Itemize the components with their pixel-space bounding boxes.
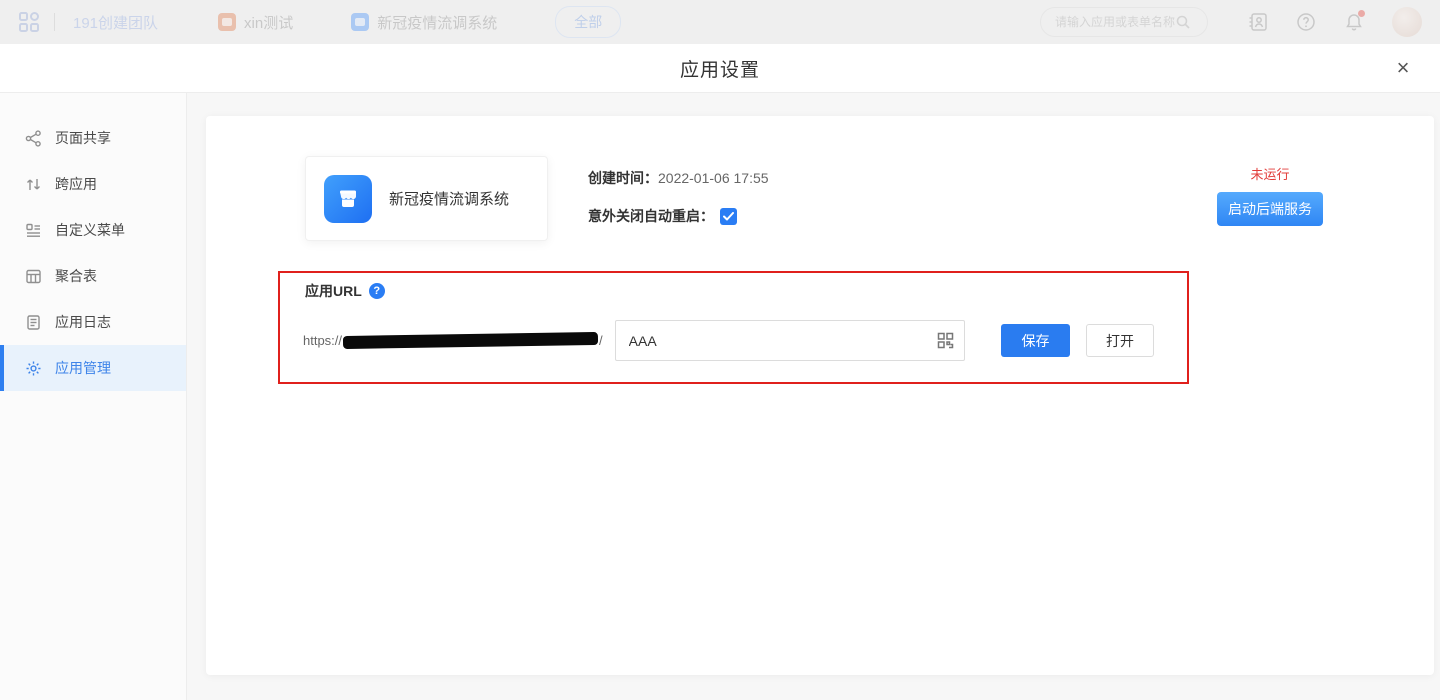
url-suffix-text: / <box>599 333 603 348</box>
settings-main-area: 新冠疫情流调系统 创建时间： 2022-01-06 17:55 意外关闭自动重启… <box>187 93 1440 700</box>
status-badge: 未运行 <box>1217 164 1323 183</box>
tab-covid-system[interactable]: 新冠疫情流调系统 <box>351 12 497 33</box>
app-url-row: https:// / <box>303 320 965 361</box>
url-redaction-bar <box>343 332 598 349</box>
sidebar-item-aggregate-table[interactable]: 聚合表 <box>0 253 186 299</box>
user-avatar[interactable] <box>1392 7 1422 37</box>
top-bar: 191创建团队 xin测试 新冠疫情流调系统 全部 <box>0 0 1440 44</box>
sidebar-item-custom-menu[interactable]: 自定义菜单 <box>0 207 186 253</box>
tab-label: 新冠疫情流调系统 <box>377 12 497 33</box>
search-icon <box>1175 14 1191 30</box>
notification-badge <box>1358 10 1365 17</box>
sidebar-item-page-share[interactable]: 页面共享 <box>0 115 186 161</box>
custom-menu-icon <box>25 222 42 239</box>
notification-bell-icon[interactable] <box>1344 12 1364 32</box>
sidebar-item-app-management[interactable]: 应用管理 <box>0 345 186 391</box>
open-button[interactable]: 打开 <box>1086 324 1154 357</box>
share-icon <box>25 130 42 147</box>
url-path-input[interactable] <box>615 320 965 361</box>
app-url-label: 应用URL <box>305 281 362 301</box>
created-time-value: 2022-01-06 17:55 <box>658 170 769 186</box>
tab-label: xin测试 <box>244 12 293 33</box>
url-input-wrap <box>615 320 965 361</box>
qr-code-icon[interactable] <box>937 332 954 349</box>
topbar-divider <box>54 13 55 31</box>
sidebar-item-label: 页面共享 <box>55 128 111 148</box>
app-meta: 创建时间： 2022-01-06 17:55 意外关闭自动重启： <box>588 168 769 244</box>
app-name: 新冠疫情流调系统 <box>389 188 509 209</box>
app-url-label-row: 应用URL ? <box>305 281 385 301</box>
help-icon[interactable] <box>1296 12 1316 32</box>
sidebar-item-label: 应用管理 <box>55 358 111 378</box>
app-info-card: 新冠疫情流调系统 <box>305 156 548 241</box>
auto-restart-label: 意外关闭自动重启： <box>588 206 714 226</box>
service-status-block: 未运行 启动后端服务 <box>1217 164 1323 226</box>
auto-restart-checkbox[interactable] <box>720 208 737 225</box>
start-backend-service-button[interactable]: 启动后端服务 <box>1217 192 1323 226</box>
apps-grid-icon[interactable] <box>18 11 40 33</box>
settings-card: 新冠疫情流调系统 创建时间： 2022-01-06 17:55 意外关闭自动重启… <box>206 116 1434 675</box>
sidebar-item-label: 应用日志 <box>55 312 111 332</box>
app-mini-icon <box>218 13 236 31</box>
url-help-icon[interactable]: ? <box>369 283 385 299</box>
team-name[interactable]: 191创建团队 <box>73 12 158 33</box>
all-apps-pill[interactable]: 全部 <box>555 6 621 38</box>
gear-icon <box>25 360 42 377</box>
page-title: 应用设置 <box>680 55 760 82</box>
close-icon[interactable]: × <box>1392 57 1414 79</box>
tab-xin-test[interactable]: xin测试 <box>218 12 293 33</box>
search-box[interactable] <box>1040 7 1208 37</box>
contacts-book-icon[interactable] <box>1248 12 1268 32</box>
sidebar-item-cross-app[interactable]: 跨应用 <box>0 161 186 207</box>
settings-sidebar: 页面共享 跨应用 自定义菜单 聚合表 <box>0 93 187 700</box>
app-store-icon <box>324 175 372 223</box>
log-icon <box>25 314 42 331</box>
sidebar-item-label: 聚合表 <box>55 266 97 286</box>
created-time-label: 创建时间： <box>588 168 658 188</box>
swap-arrows-icon <box>25 176 42 193</box>
sidebar-item-label: 自定义菜单 <box>55 220 125 240</box>
url-prefix-text: https:// <box>303 333 342 348</box>
search-input[interactable] <box>1055 15 1175 29</box>
app-mini-icon <box>351 13 369 31</box>
sidebar-item-label: 跨应用 <box>55 174 97 194</box>
save-button[interactable]: 保存 <box>1001 324 1070 357</box>
sidebar-item-app-log[interactable]: 应用日志 <box>0 299 186 345</box>
modal-header: 应用设置 × <box>0 44 1440 93</box>
aggregate-table-icon <box>25 268 42 285</box>
